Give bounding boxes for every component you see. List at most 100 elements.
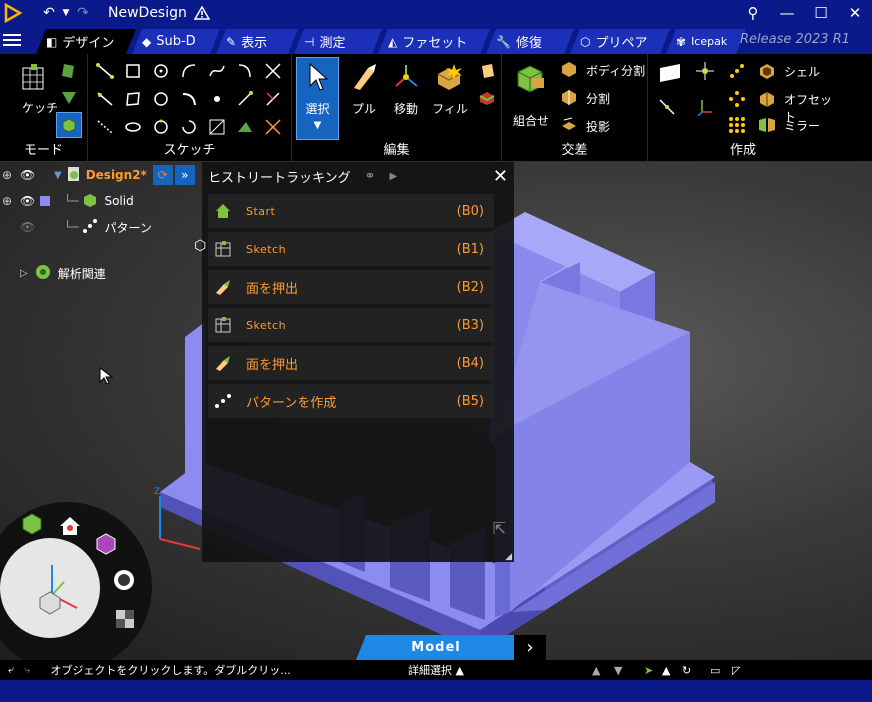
three-point-circle-icon[interactable] — [152, 118, 170, 136]
crosshair-icon[interactable]: ⊕ — [2, 194, 14, 208]
design-name[interactable]: Design2* — [86, 168, 147, 182]
checker-icon[interactable] — [116, 610, 134, 631]
expand-arrow-icon[interactable]: ▷ — [20, 268, 28, 279]
redo-icon[interactable]: ↷ — [72, 2, 94, 24]
pin-icon[interactable]: ⚲ — [736, 0, 770, 26]
select-dropdown-icon[interactable]: ▼ — [296, 120, 339, 131]
tab-facet[interactable]: ◭ ファセット — [378, 29, 490, 54]
visibility-eye-icon[interactable]: 👁 — [20, 168, 38, 182]
arc-icon[interactable] — [180, 62, 198, 80]
project-to-sketch-icon[interactable] — [236, 118, 254, 136]
triangle-up-icon[interactable]: ▲ — [662, 664, 670, 677]
tree-item-solid[interactable]: Solid — [104, 194, 133, 208]
combine-button[interactable]: 組合せ — [508, 112, 554, 129]
point-icon[interactable] — [208, 90, 226, 108]
history-refresh-icon[interactable]: ⟳ — [152, 165, 173, 185]
section-mode-icon[interactable] — [60, 62, 78, 80]
home-view-icon[interactable] — [58, 514, 82, 541]
spline-icon[interactable] — [208, 62, 226, 80]
history-item[interactable]: パターンを作成 (B5) — [208, 384, 494, 418]
app-logo-icon[interactable] — [0, 0, 26, 26]
visibility-eye-icon[interactable]: 👁 — [20, 220, 38, 234]
redo-status-icon[interactable]: ⤷ — [24, 663, 30, 677]
shell-button[interactable]: シェル — [784, 63, 820, 80]
play-icon[interactable]: ▶ — [390, 171, 398, 182]
view-cube-icon[interactable] — [32, 560, 82, 623]
slot-icon[interactable] — [124, 118, 142, 136]
3d-mode-icon[interactable] — [56, 112, 82, 138]
offset-curve-icon[interactable] — [208, 118, 226, 136]
three-point-arc-icon[interactable] — [180, 118, 198, 136]
rectangle-icon[interactable] — [124, 62, 142, 80]
history-item[interactable]: 面を押出 (B2) — [208, 270, 494, 304]
tab-measure[interactable]: ⊣ 測定 — [294, 29, 382, 54]
link-icon[interactable]: ⚭ — [365, 169, 376, 184]
resize-grip-icon[interactable]: ◢ — [505, 552, 512, 562]
sweep-arc-icon[interactable] — [180, 90, 198, 108]
mirror-button[interactable]: ミラー — [784, 117, 820, 134]
history-item[interactable]: 面を押出 (B4) — [208, 346, 494, 380]
ellipse-icon[interactable] — [152, 90, 170, 108]
circle-icon[interactable] — [152, 62, 170, 80]
detail-select-button[interactable]: 詳細選択 ▲ — [408, 662, 464, 678]
tree-row-solid[interactable]: ⊕ 👁 └─ Solid — [2, 190, 134, 212]
point-cloud-icon[interactable] — [728, 62, 746, 80]
select-cursor-icon[interactable]: ➤ — [644, 664, 653, 677]
split-body-button[interactable]: ボディ分割 — [586, 62, 645, 79]
tree-row-analysis[interactable]: ▷ 解析関連 — [20, 262, 106, 284]
crosshair-icon[interactable]: ⊕ — [2, 168, 14, 182]
trim-icon[interactable] — [264, 62, 282, 80]
tree-row-design[interactable]: ⊕ 👁 ▼ Design2* ⟳ » — [2, 164, 202, 186]
construction-line-icon[interactable] — [236, 90, 254, 108]
origin-icon[interactable] — [696, 98, 714, 117]
history-item[interactable]: Sketch (B3) — [208, 308, 494, 342]
dashed-line-icon[interactable] — [96, 118, 114, 136]
up-arrow-icon[interactable]: ▲ — [592, 664, 600, 677]
project-button[interactable]: 投影 — [586, 118, 610, 135]
lasso-icon[interactable]: ↻ — [682, 664, 691, 677]
tree-row-pattern[interactable]: 👁 └─ パターン — [2, 216, 152, 238]
pull-down-icon[interactable] — [60, 88, 78, 106]
box-select-icon[interactable]: ▭ — [710, 664, 720, 677]
move-button[interactable]: 移動 — [388, 100, 424, 117]
line-axis-icon[interactable] — [658, 98, 676, 116]
tree-item-analysis[interactable]: 解析関連 — [58, 265, 106, 282]
tab-model[interactable]: Model — [356, 635, 516, 660]
plane-icon[interactable] — [658, 62, 682, 84]
replace-face-icon[interactable] — [478, 62, 496, 80]
line-icon[interactable] — [96, 62, 114, 80]
expand-panel-icon[interactable]: » — [174, 165, 195, 185]
history-item[interactable]: Start (B0) — [208, 194, 494, 228]
pull-button[interactable]: プル — [346, 100, 382, 117]
history-item[interactable]: Sketch (B1) — [208, 232, 494, 266]
tree-item-pattern[interactable]: パターン — [104, 219, 151, 236]
tweak-face-icon[interactable] — [478, 88, 496, 106]
minimize-button[interactable]: — — [770, 0, 804, 26]
axis-icon[interactable] — [696, 62, 714, 80]
tab-design[interactable]: ◧ デザイン — [36, 29, 136, 54]
maximize-button[interactable]: ☐ — [804, 0, 838, 26]
close-button[interactable]: ✕ — [838, 0, 872, 26]
grid-pattern-icon[interactable] — [728, 116, 746, 134]
chevron-right-icon[interactable]: › — [514, 635, 546, 660]
circular-pattern-icon[interactable] — [728, 90, 746, 108]
down-arrow-icon[interactable]: ▼ — [614, 664, 622, 677]
close-icon[interactable]: ✕ — [493, 166, 508, 187]
tab-sub-d[interactable]: ◆ Sub-D — [132, 29, 220, 54]
expand-corner-icon[interactable]: ◸ — [732, 664, 740, 677]
wireframe-view-icon[interactable] — [94, 532, 118, 559]
polygon-icon[interactable] — [124, 90, 142, 108]
tab-prepare[interactable]: ⬡ プリペア — [570, 29, 670, 54]
fill-button[interactable]: フィル — [432, 100, 468, 117]
tangent-arc-icon[interactable] — [236, 62, 254, 80]
bend-icon[interactable] — [264, 118, 282, 136]
3d-viewport[interactable]: ⊕ 👁 ▼ Design2* ⟳ » ⊕ 👁 └─ Solid 👁 └─ パター… — [0, 162, 872, 660]
solid-view-icon[interactable] — [20, 512, 44, 539]
sketch-mode-icon[interactable] — [22, 64, 44, 90]
undo-status-icon[interactable]: ⤶ — [8, 663, 14, 677]
hamburger-menu-icon[interactable] — [3, 31, 21, 49]
hexagon-handle-icon[interactable]: ⬡ — [194, 238, 206, 254]
tangent-line-icon[interactable] — [96, 90, 114, 108]
tab-icepak[interactable]: ✾ Icepak — [666, 29, 746, 54]
tab-repair[interactable]: 🔧 修復 — [486, 29, 574, 54]
